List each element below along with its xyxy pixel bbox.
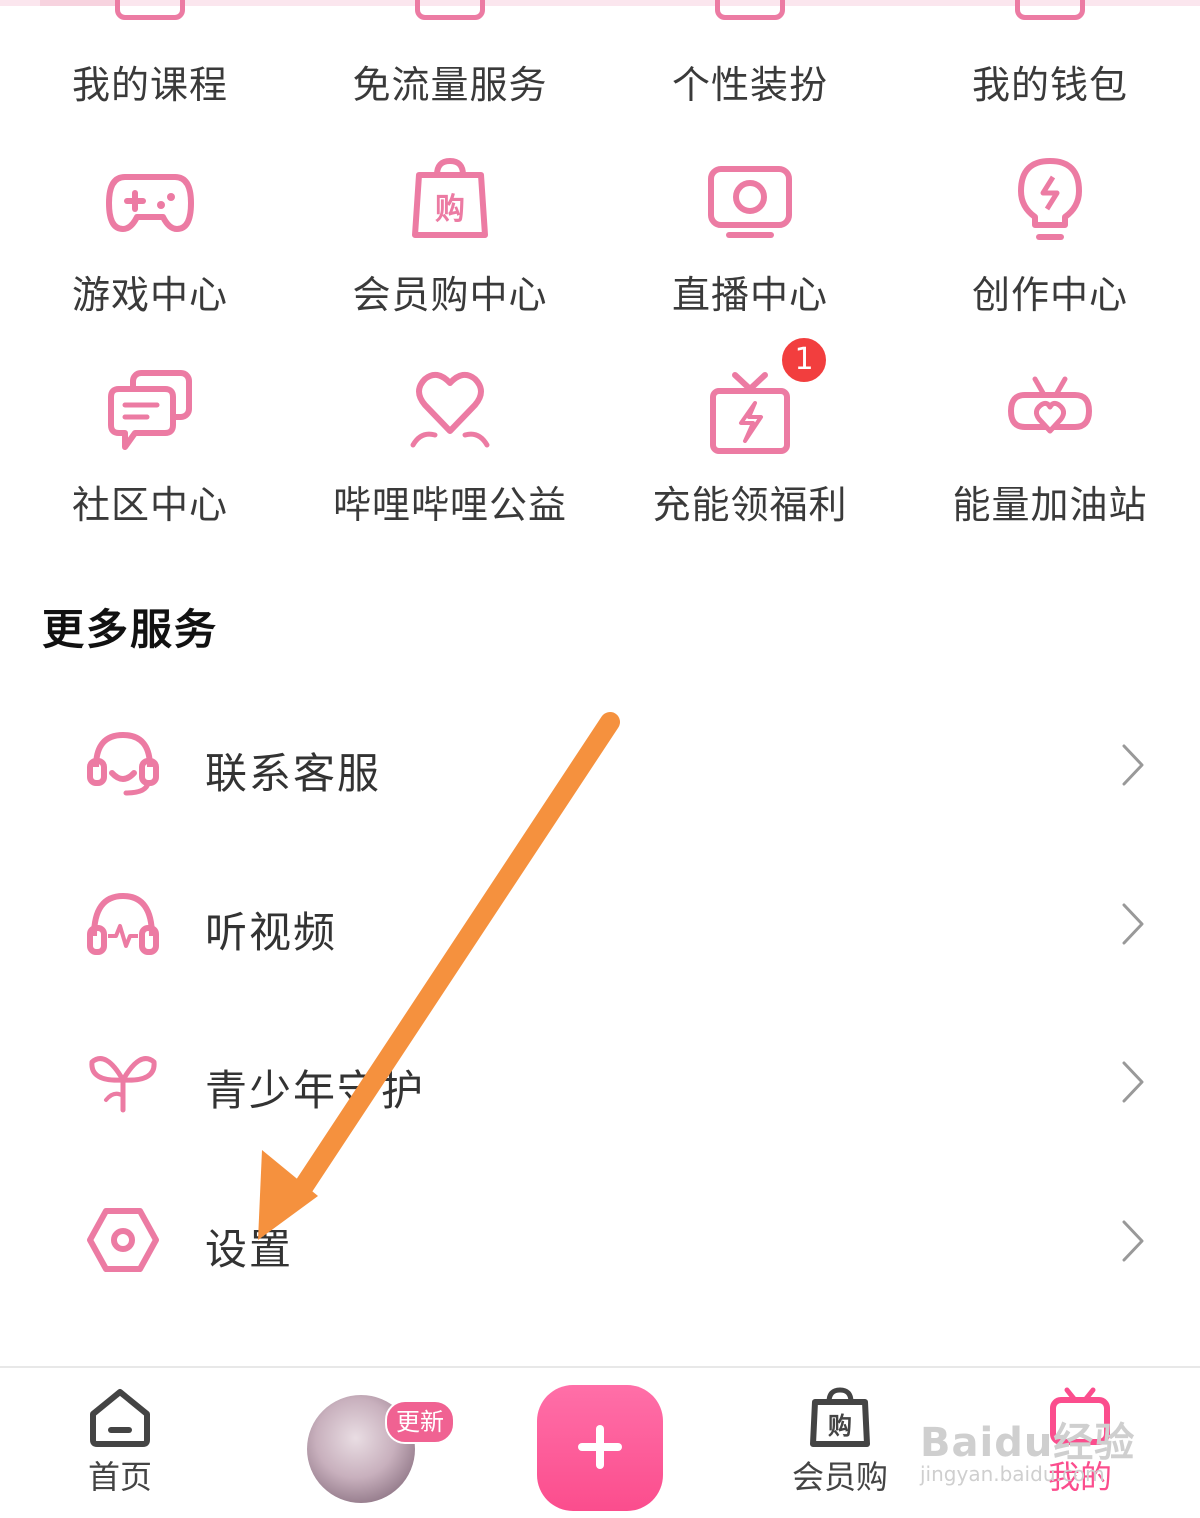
chevron-right-icon bbox=[1122, 1220, 1144, 1262]
grid-item-label: 会员购中心 bbox=[352, 273, 548, 317]
grid-item-energy-station[interactable]: 能量加油站 bbox=[900, 362, 1200, 532]
tab-label: 会员购 bbox=[791, 1458, 888, 1496]
list-item-customer-service[interactable]: 联系客服 bbox=[0, 705, 1200, 825]
svg-text:购: 购 bbox=[828, 1412, 852, 1440]
grid-item-label: 哔哩哔哩公益 bbox=[332, 483, 567, 527]
free-data-icon[interactable] bbox=[415, 0, 485, 20]
gift-icon bbox=[710, 372, 790, 454]
notification-badge: 1 bbox=[780, 336, 828, 384]
home-icon bbox=[90, 1389, 150, 1447]
list-item-label: 青少年守护 bbox=[205, 1066, 426, 1115]
list-item-youth-protection[interactable]: 青少年守护 bbox=[0, 1022, 1200, 1142]
grid-item-game-center[interactable]: 游戏中心 bbox=[0, 150, 300, 320]
chevron-right-icon bbox=[1122, 1061, 1144, 1103]
list-item-listen-video[interactable]: 听视频 bbox=[0, 864, 1200, 984]
lightbulb-icon bbox=[1018, 158, 1082, 240]
grid-item-label: 直播中心 bbox=[671, 273, 828, 317]
plus-icon-vertical bbox=[596, 1425, 604, 1469]
heart-charity-icon bbox=[410, 371, 490, 448]
tab-label: 首页 bbox=[87, 1458, 152, 1496]
live-tv-icon bbox=[708, 166, 792, 238]
grid-item-community-center[interactable]: 社区中心 bbox=[0, 362, 300, 532]
section-title-more-services: 更多服务 bbox=[42, 605, 219, 654]
grid-item-mall-center[interactable]: 购 会员购中心 bbox=[300, 150, 600, 320]
grid-item-label: 社区中心 bbox=[71, 483, 228, 527]
publish-button[interactable] bbox=[537, 1385, 663, 1511]
grid-item-creator-center[interactable]: 创作中心 bbox=[900, 150, 1200, 320]
wallet-icon[interactable] bbox=[1015, 0, 1085, 20]
grid-item-label: 创作中心 bbox=[971, 273, 1128, 317]
grid-item-label: 游戏中心 bbox=[71, 273, 228, 317]
update-badge: 更新 bbox=[385, 1400, 455, 1444]
course-icon[interactable] bbox=[115, 0, 185, 20]
list-item-label: 设置 bbox=[205, 1225, 294, 1274]
grid-item-label: 免流量服务 bbox=[352, 63, 548, 107]
grid-item-label: 我的钱包 bbox=[971, 63, 1128, 107]
shopping-bag-icon: 购 bbox=[810, 1387, 870, 1447]
shopping-bag-icon: 购 bbox=[412, 157, 488, 238]
heart-tv-icon bbox=[1007, 376, 1093, 434]
tab-mall[interactable]: 购 会员购 bbox=[780, 1386, 900, 1498]
grid-item-label: 个性装扮 bbox=[671, 63, 828, 107]
gamepad-icon bbox=[106, 174, 194, 232]
watermark-brand: Baidu经验 bbox=[920, 1420, 1136, 1466]
grid-item-label: 能量加油站 bbox=[952, 483, 1148, 527]
top-strip-mark bbox=[40, 0, 120, 6]
settings-icon bbox=[87, 1208, 159, 1272]
list-item-label: 联系客服 bbox=[205, 749, 382, 798]
grid-item-charity[interactable]: 哔哩哔哩公益 bbox=[300, 362, 600, 532]
chat-bubbles-icon bbox=[108, 370, 192, 450]
headphones-icon bbox=[87, 892, 159, 955]
chevron-right-icon bbox=[1122, 903, 1144, 945]
grid-item-live-center[interactable]: 直播中心 bbox=[600, 150, 900, 320]
grid-item-label: 我的课程 bbox=[71, 63, 228, 107]
tab-home[interactable]: 首页 bbox=[60, 1386, 180, 1498]
list-item-settings[interactable]: 设置 bbox=[0, 1181, 1200, 1301]
grid-item-label: 充能领福利 bbox=[652, 483, 848, 527]
grid-item-rewards[interactable]: 充能领福利 bbox=[600, 362, 900, 532]
list-item-label: 听视频 bbox=[205, 908, 338, 957]
svg-text:购: 购 bbox=[435, 192, 465, 227]
headset-icon bbox=[87, 731, 159, 796]
sprout-icon bbox=[89, 1056, 157, 1113]
watermark-url: jingyan.baidu.com bbox=[920, 1462, 1105, 1486]
chevron-right-icon bbox=[1122, 744, 1144, 786]
dress-up-icon[interactable] bbox=[715, 0, 785, 20]
